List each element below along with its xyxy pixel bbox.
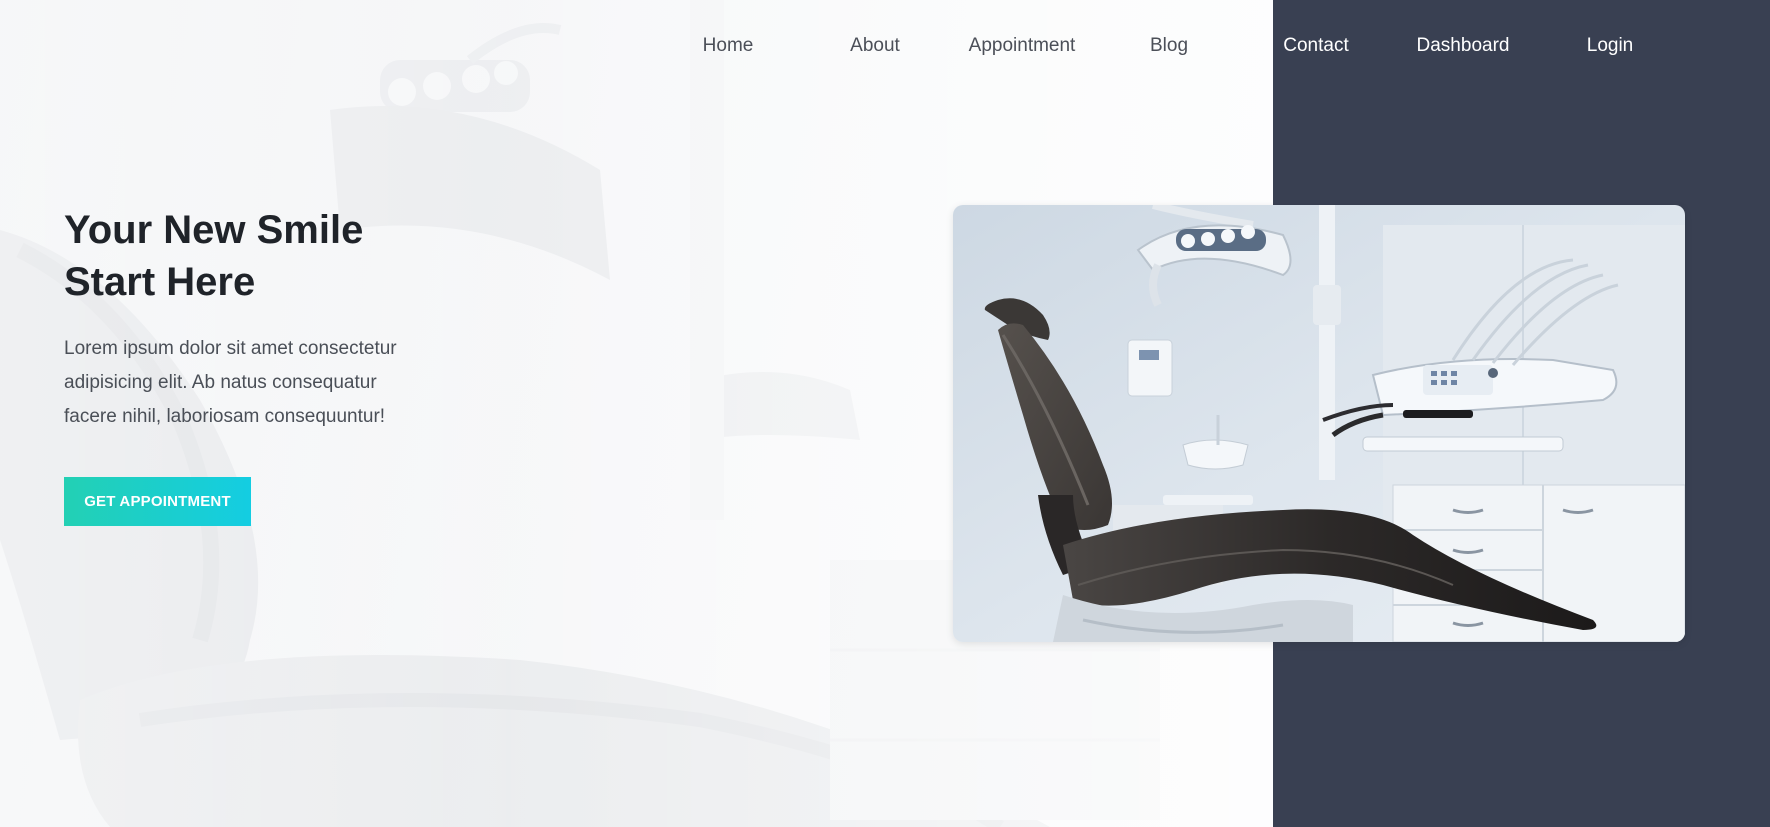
- hero-description: Lorem ipsum dolor sit amet consectetur a…: [64, 332, 424, 434]
- nav-item-login[interactable]: Login: [1587, 34, 1634, 58]
- main-navigation: Home About Appointment Blog Contact Dash…: [0, 0, 1770, 92]
- hero-title: Your New Smile Start Here: [64, 204, 484, 308]
- hero-title-line-2: Start Here: [64, 260, 256, 304]
- nav-item-blog[interactable]: Blog: [1150, 34, 1188, 58]
- nav-item-appointment[interactable]: Appointment: [969, 34, 1076, 58]
- dental-chair-illustration: [953, 205, 1685, 642]
- hero-title-line-1: Your New Smile: [64, 208, 364, 252]
- hero-description-line-3: facere nihil, laboriosam consequuntur!: [64, 406, 386, 427]
- hero-description-line-1: Lorem ipsum dolor sit amet consectetur: [64, 338, 397, 359]
- nav-item-dashboard[interactable]: Dashboard: [1417, 34, 1510, 58]
- hero-description-line-2: adipisicing elit. Ab natus consequatur: [64, 372, 377, 393]
- nav-item-home[interactable]: Home: [703, 34, 754, 58]
- nav-item-contact[interactable]: Contact: [1283, 34, 1348, 58]
- hero-dental-chair-image: [953, 205, 1685, 642]
- get-appointment-button[interactable]: GET APPOINTMENT: [64, 477, 251, 526]
- nav-item-about[interactable]: About: [850, 34, 900, 58]
